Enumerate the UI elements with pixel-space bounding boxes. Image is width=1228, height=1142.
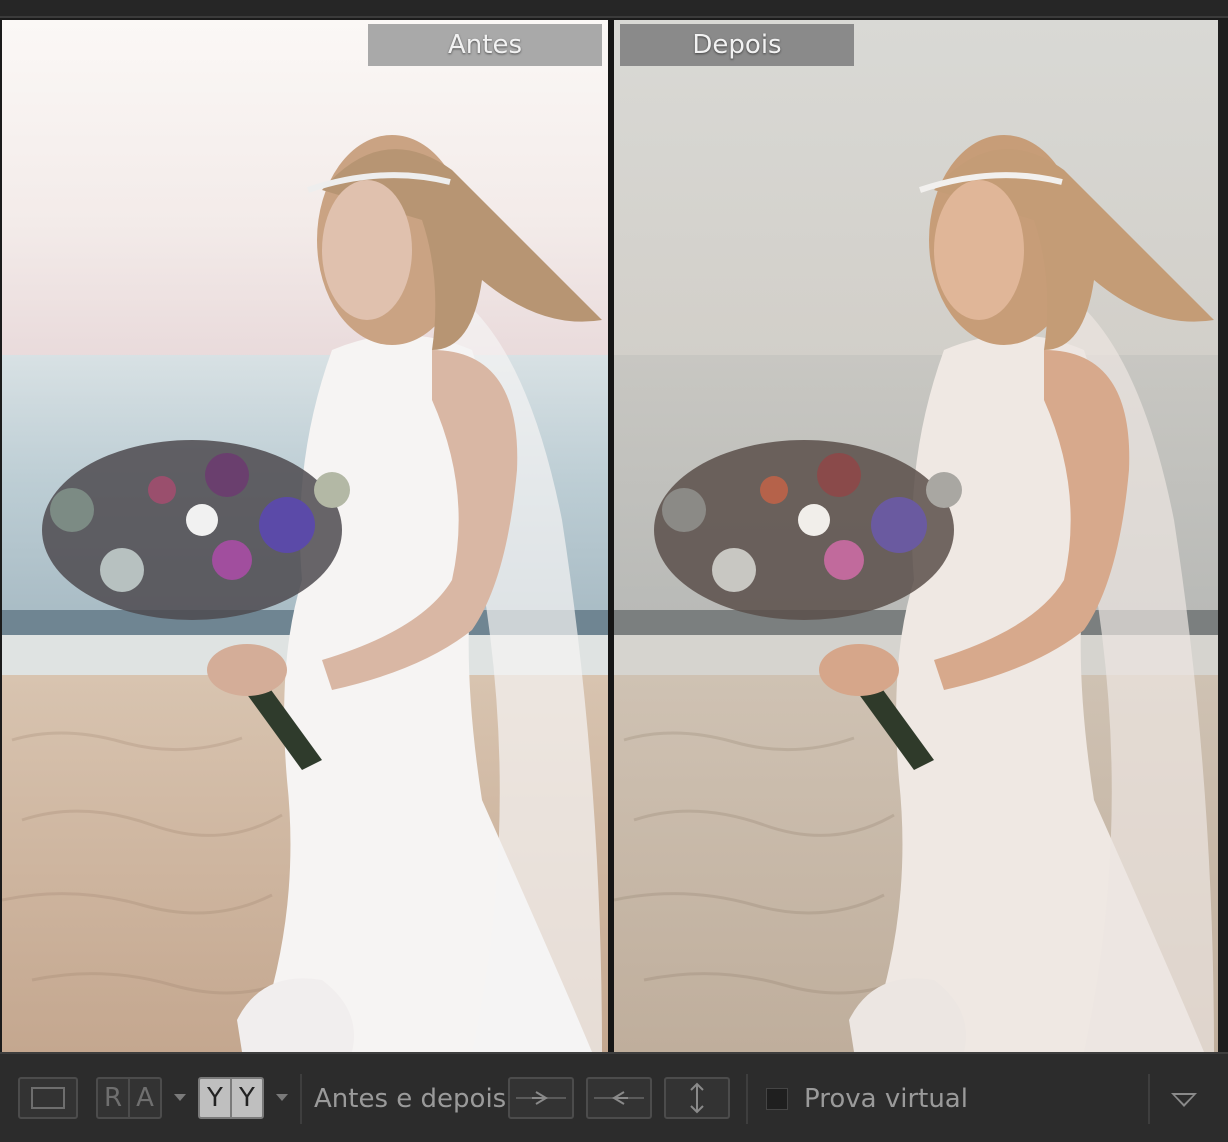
after-label: Depois bbox=[620, 24, 854, 66]
copy-before-to-after-button[interactable] bbox=[508, 1077, 574, 1119]
before-photo bbox=[2, 20, 608, 1052]
after-image-pane[interactable]: Depois bbox=[614, 20, 1218, 1052]
copy-after-to-before-button[interactable] bbox=[586, 1077, 652, 1119]
split-right-glyph: Y bbox=[239, 1083, 255, 1113]
loupe-view-button[interactable] bbox=[18, 1077, 78, 1119]
toolbar-separator bbox=[746, 1074, 748, 1124]
before-image-pane[interactable]: Antes bbox=[2, 20, 608, 1052]
arrow-left-icon bbox=[594, 1091, 644, 1105]
before-after-split-button[interactable]: Y Y bbox=[198, 1077, 264, 1119]
compare-options-chevron-down-icon[interactable] bbox=[174, 1094, 186, 1101]
toolbar-separator bbox=[1148, 1074, 1150, 1124]
arrow-right-icon bbox=[516, 1091, 566, 1105]
compare-right-glyph: A bbox=[136, 1083, 154, 1113]
compare-left-glyph: R bbox=[98, 1079, 130, 1117]
toolbar-options-triangle-down-icon[interactable] bbox=[1171, 1093, 1197, 1107]
split-left-glyph: Y bbox=[200, 1079, 232, 1117]
window-top-strip bbox=[0, 0, 1228, 18]
compare-view-button[interactable]: R A bbox=[96, 1077, 162, 1119]
swap-before-after-button[interactable] bbox=[664, 1077, 730, 1119]
split-options-chevron-down-icon[interactable] bbox=[276, 1094, 288, 1101]
toolbar-separator bbox=[300, 1074, 302, 1124]
soft-proof-checkbox[interactable] bbox=[766, 1088, 788, 1110]
soft-proof-label: Prova virtual bbox=[804, 1084, 968, 1114]
swap-vertical-icon bbox=[690, 1082, 704, 1114]
before-after-label: Antes e depois: bbox=[314, 1084, 515, 1114]
right-scroll-edge bbox=[1218, 20, 1228, 1052]
before-label: Antes bbox=[368, 24, 602, 66]
bottom-toolbar: R A Y Y Antes e depois: Prova virtual bbox=[0, 1052, 1228, 1142]
after-photo bbox=[614, 20, 1218, 1052]
loupe-view-icon bbox=[31, 1087, 65, 1109]
